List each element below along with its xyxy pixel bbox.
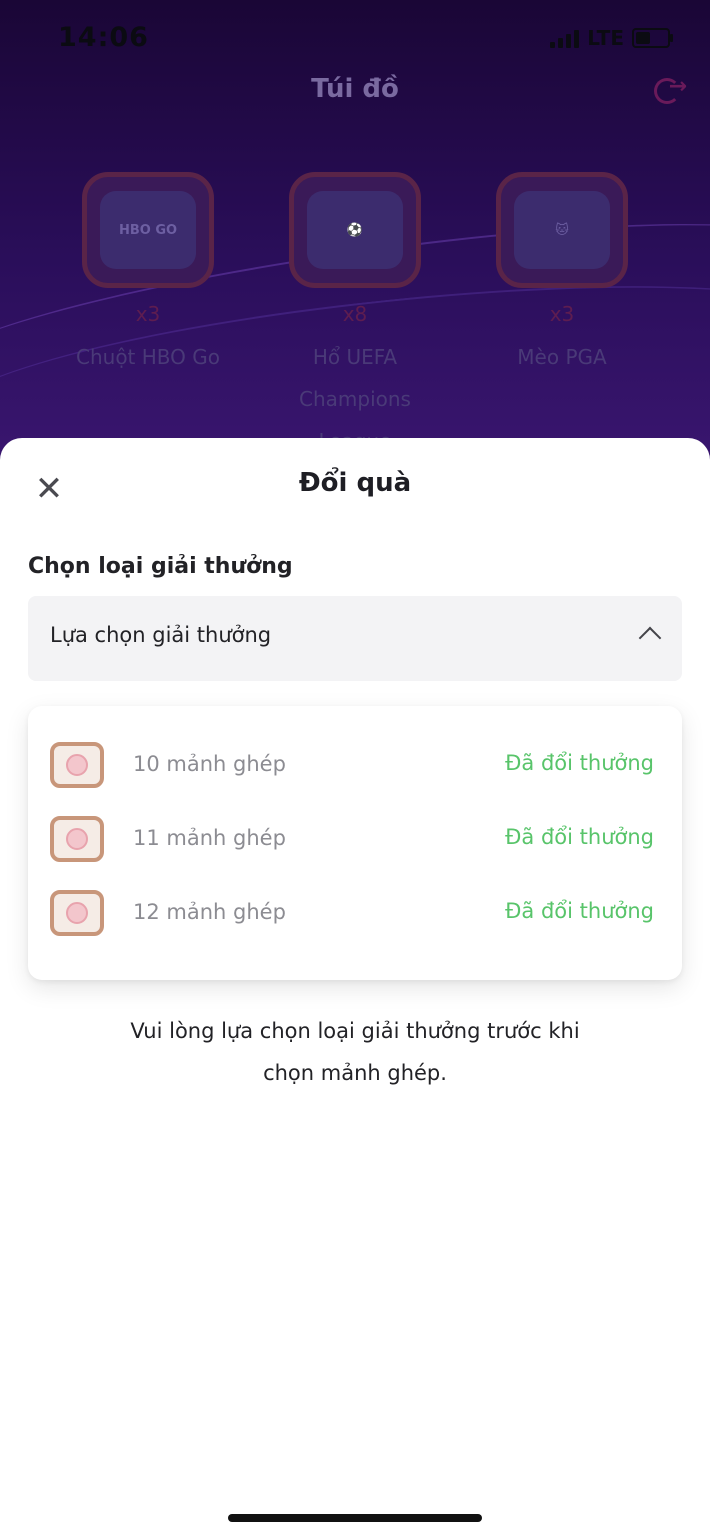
redeem-sheet: ✕ Đổi quà Chọn loại giải thưởng Lựa chọn…: [0, 438, 710, 1536]
item-qty: x8: [342, 302, 368, 326]
hint-line: Vui lòng lựa chọn loại giải thưởng trước…: [130, 1019, 580, 1043]
reward-option[interactable]: 10 mảnh ghép Đã đổi thưởng: [28, 736, 682, 796]
tiger-icon: ⚽: [307, 191, 403, 269]
bag-title: Túi đồ: [311, 74, 399, 104]
cat-icon: 🐱: [514, 191, 610, 269]
mouse-icon: HBO GO: [100, 191, 196, 269]
home-indicator: [228, 1514, 482, 1522]
reward-option[interactable]: 12 mảnh ghép Đã đổi thưởng: [28, 884, 682, 944]
background-screen: 14:06 LTE Túi đồ HBO GO x3 Chuột HBO Go …: [0, 0, 710, 470]
hint-line: chọn mảnh ghép.: [263, 1061, 447, 1085]
hint-text: Vui lòng lựa chọn loại giải thưởng trước…: [0, 1010, 710, 1094]
item-qty: x3: [549, 302, 575, 326]
item-qty: x3: [135, 302, 161, 326]
bag-item-hbo[interactable]: HBO GO x3 Chuột HBO Go: [58, 172, 238, 378]
select-value: Lựa chọn giải thưởng: [50, 623, 272, 647]
section-label: Chọn loại giải thưởng: [28, 554, 293, 579]
chevron-up-icon: [638, 626, 662, 650]
bag-item-pga[interactable]: 🐱 x3 Mèo PGA: [472, 172, 652, 378]
reward-dropdown: 10 mảnh ghép Đã đổi thưởng 11 mảnh ghép …: [28, 706, 682, 980]
battery-icon: [632, 28, 673, 48]
option-label: 12 mảnh ghép: [133, 900, 286, 924]
option-label: 10 mảnh ghép: [133, 752, 286, 776]
status-time: 14:06: [58, 22, 149, 53]
sheet-title: Đổi quà: [298, 468, 412, 498]
logout-icon[interactable]: [654, 74, 687, 104]
option-status: Đã đổi thưởng: [505, 825, 654, 849]
network-label: LTE: [587, 26, 624, 50]
item-name: Mèo PGA: [517, 345, 607, 369]
pig-icon: [50, 890, 104, 936]
option-status: Đã đổi thưởng: [505, 899, 654, 923]
item-frame: 🐱: [496, 172, 628, 288]
bag-item-uefa[interactable]: ⚽ x8 Hổ UEFA Champions League: [265, 172, 445, 462]
signal-icon: [550, 28, 580, 48]
status-bar: 14:06 LTE: [58, 22, 673, 58]
item-frame: ⚽: [289, 172, 421, 288]
pig-icon: [50, 816, 104, 862]
item-name: Chuột HBO Go: [76, 345, 220, 369]
option-label: 11 mảnh ghép: [133, 826, 286, 850]
reward-select[interactable]: Lựa chọn giải thưởng: [28, 596, 682, 681]
pig-icon: [50, 742, 104, 788]
item-frame: HBO GO: [82, 172, 214, 288]
status-right: LTE: [550, 26, 673, 50]
reward-option[interactable]: 11 mảnh ghép Đã đổi thưởng: [28, 810, 682, 870]
option-status: Đã đổi thưởng: [505, 751, 654, 775]
